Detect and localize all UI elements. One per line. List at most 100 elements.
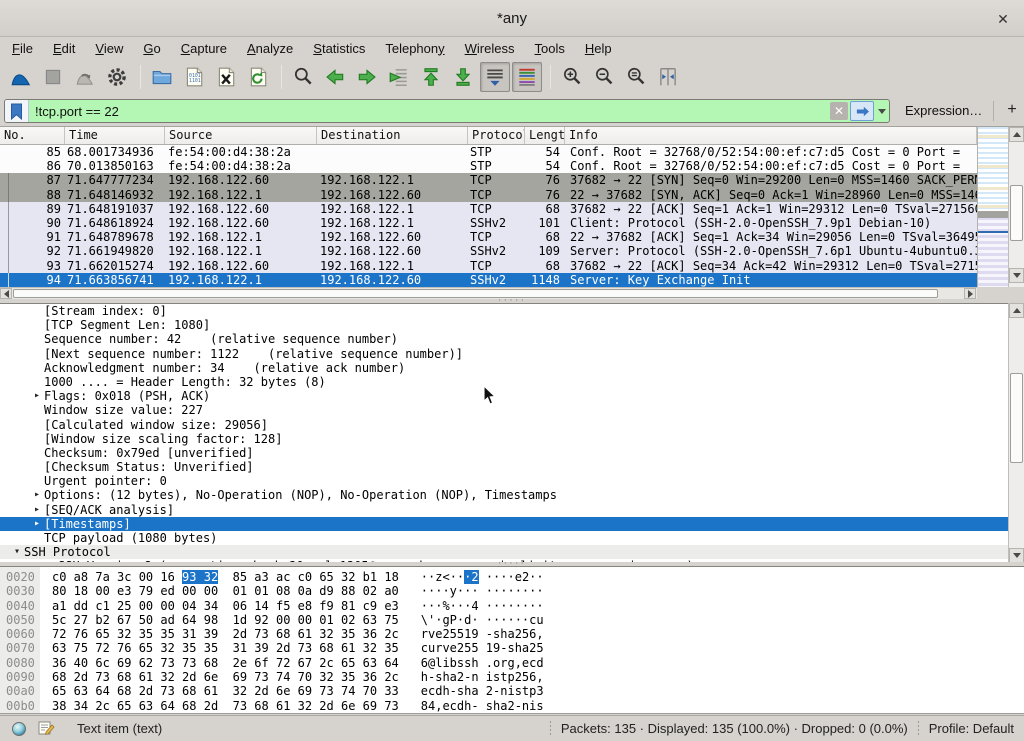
detail-line[interactable]: Urgent pointer: 0 bbox=[0, 474, 1024, 488]
capture-options-icon[interactable] bbox=[102, 62, 132, 92]
zoom-out-icon[interactable] bbox=[589, 62, 619, 92]
hex-row[interactable]: 0040 a1 dd c1 25 00 00 04 34 06 14 f5 e8… bbox=[0, 599, 1024, 613]
packet-row[interactable]: 86 70.013850163 fe:54:00:d4:38:2a STP 54… bbox=[0, 159, 977, 173]
menu-item[interactable]: Tools bbox=[525, 39, 575, 58]
column-header[interactable]: Time bbox=[65, 127, 165, 144]
go-to-top-icon[interactable] bbox=[416, 62, 446, 92]
expander-icon[interactable] bbox=[30, 403, 44, 417]
detail-line[interactable]: ▸ Options: (12 bytes), No-Operation (NOP… bbox=[0, 488, 1024, 502]
column-header[interactable]: Protocol bbox=[468, 127, 525, 144]
hex-row[interactable]: 0080 36 40 6c 69 62 73 73 68 2e 6f 72 67… bbox=[0, 656, 1024, 670]
hex-row[interactable]: 0090 68 2d 73 68 61 32 2d 6e 69 73 74 70… bbox=[0, 670, 1024, 684]
expander-icon[interactable] bbox=[30, 375, 44, 389]
menu-item[interactable]: Wireless bbox=[455, 39, 525, 58]
capture-comment-icon[interactable] bbox=[38, 719, 55, 739]
expander-icon[interactable] bbox=[30, 347, 44, 361]
column-header[interactable]: Length bbox=[525, 127, 565, 144]
scroll-down-icon[interactable] bbox=[1009, 268, 1024, 283]
packet-row[interactable]: 89 71.648191037 192.168.122.60 192.168.1… bbox=[0, 202, 977, 216]
column-header[interactable]: Source bbox=[165, 127, 317, 144]
detail-line[interactable]: [Calculated window size: 29056] bbox=[0, 418, 1024, 432]
menu-item[interactable]: Help bbox=[575, 39, 622, 58]
scroll-left-icon[interactable] bbox=[0, 288, 12, 299]
menu-item[interactable]: File bbox=[2, 39, 43, 58]
display-filter-input[interactable] bbox=[29, 100, 830, 122]
auto-scroll-toggle-icon[interactable] bbox=[480, 62, 510, 92]
close-icon[interactable]: ✕ bbox=[992, 8, 1014, 30]
packet-row[interactable]: 93 71.662015274 192.168.122.60 192.168.1… bbox=[0, 259, 977, 273]
detail-line[interactable]: [TCP Segment Len: 1080] bbox=[0, 318, 1024, 332]
detail-line[interactable]: Sequence number: 42 (relative sequence n… bbox=[0, 332, 1024, 346]
column-header[interactable]: Info bbox=[565, 127, 977, 144]
zoom-in-icon[interactable] bbox=[557, 62, 587, 92]
detail-line[interactable]: [Checksum Status: Unverified] bbox=[0, 460, 1024, 474]
hex-row[interactable]: 00b0 38 34 2c 65 63 64 68 2d 73 68 61 32… bbox=[0, 699, 1024, 713]
detail-line[interactable]: [Window size scaling factor: 128] bbox=[0, 432, 1024, 446]
add-filter-button[interactable]: + bbox=[1003, 98, 1021, 122]
filter-history-dropdown-icon[interactable] bbox=[875, 100, 889, 122]
menu-item[interactable]: Edit bbox=[43, 39, 85, 58]
scroll-right-icon[interactable] bbox=[964, 288, 976, 299]
restart-capture-icon[interactable] bbox=[70, 62, 100, 92]
hex-row[interactable]: 0070 63 75 72 76 65 32 35 35 31 39 2d 73… bbox=[0, 641, 1024, 655]
menu-item[interactable]: Go bbox=[133, 39, 170, 58]
packet-row[interactable]: 88 71.648146932 192.168.122.1 192.168.12… bbox=[0, 188, 977, 202]
scroll-down-icon[interactable] bbox=[1009, 548, 1024, 563]
stop-capture-icon[interactable] bbox=[38, 62, 68, 92]
packet-list-hscrollbar[interactable] bbox=[0, 287, 977, 299]
scrollbar-thumb[interactable] bbox=[1010, 185, 1023, 241]
expander-icon[interactable]: ▸ bbox=[30, 503, 44, 517]
detail-line[interactable]: Window size value: 227 bbox=[0, 403, 1024, 417]
hex-row[interactable]: 0020 c0 a8 7a 3c 00 16 93 32 85 a3 ac c0… bbox=[0, 570, 1024, 584]
scrollbar-thumb[interactable] bbox=[13, 289, 938, 298]
menu-item[interactable]: Telephony bbox=[375, 39, 454, 58]
scroll-up-icon[interactable] bbox=[1009, 127, 1024, 142]
go-back-icon[interactable] bbox=[320, 62, 350, 92]
menu-item[interactable]: View bbox=[85, 39, 133, 58]
filter-clear-icon[interactable]: ✕ bbox=[830, 102, 848, 120]
hex-row[interactable]: 0060 72 76 65 32 35 35 31 39 2d 73 68 61… bbox=[0, 627, 1024, 641]
detail-line[interactable]: [Next sequence number: 1122 (relative se… bbox=[0, 347, 1024, 361]
zoom-original-icon[interactable] bbox=[621, 62, 651, 92]
detail-line[interactable]: TCP payload (1080 bytes) bbox=[0, 531, 1024, 545]
detail-line[interactable]: 1000 .... = Header Length: 32 bytes (8) bbox=[0, 375, 1024, 389]
find-packet-icon[interactable] bbox=[288, 62, 318, 92]
detail-line[interactable]: ▸ [Timestamps] bbox=[0, 517, 1024, 531]
detail-line[interactable]: [Stream index: 0] bbox=[0, 304, 1024, 318]
detail-line[interactable]: Checksum: 0x79ed [unverified] bbox=[0, 446, 1024, 460]
expander-icon[interactable] bbox=[30, 460, 44, 474]
expander-icon[interactable] bbox=[30, 332, 44, 346]
expander-icon[interactable] bbox=[30, 318, 44, 332]
expander-icon[interactable] bbox=[30, 418, 44, 432]
detail-line[interactable]: ▸ [SEQ/ACK analysis] bbox=[0, 503, 1024, 517]
close-file-icon[interactable] bbox=[211, 62, 241, 92]
scrollbar-thumb[interactable] bbox=[1010, 373, 1023, 463]
detail-vscrollbar[interactable] bbox=[1008, 303, 1024, 564]
menu-item[interactable]: Capture bbox=[171, 39, 237, 58]
detail-line[interactable]: ▸ Flags: 0x018 (PSH, ACK) bbox=[0, 389, 1024, 403]
hex-row[interactable]: 0030 80 18 00 e3 79 ed 00 00 01 01 08 0a… bbox=[0, 584, 1024, 598]
reload-file-icon[interactable] bbox=[243, 62, 273, 92]
menu-item[interactable]: Analyze bbox=[237, 39, 303, 58]
packet-row[interactable]: 92 71.661949820 192.168.122.1 192.168.12… bbox=[0, 244, 977, 258]
packet-row[interactable]: 91 71.648789678 192.168.122.1 192.168.12… bbox=[0, 230, 977, 244]
profile-indicator[interactable]: Profile: Default bbox=[929, 721, 1014, 736]
filter-apply-icon[interactable] bbox=[850, 101, 874, 121]
expander-icon[interactable] bbox=[30, 531, 44, 545]
intelligent-scrollbar-minimap[interactable] bbox=[977, 127, 1008, 299]
start-capture-icon[interactable] bbox=[6, 62, 36, 92]
go-forward-icon[interactable] bbox=[352, 62, 382, 92]
resize-columns-icon[interactable] bbox=[653, 62, 683, 92]
expander-icon[interactable] bbox=[30, 304, 44, 318]
scroll-up-icon[interactable] bbox=[1009, 303, 1024, 318]
filter-bookmark-icon[interactable] bbox=[5, 100, 29, 122]
open-file-icon[interactable] bbox=[147, 62, 177, 92]
expander-icon[interactable] bbox=[30, 474, 44, 488]
go-to-bottom-icon[interactable] bbox=[448, 62, 478, 92]
expander-icon[interactable]: ▸ bbox=[30, 389, 44, 403]
column-header[interactable]: No. bbox=[0, 127, 65, 144]
packet-row[interactable]: 94 71.663856741 192.168.122.1 192.168.12… bbox=[0, 273, 977, 287]
expander-icon[interactable] bbox=[30, 446, 44, 460]
expander-icon[interactable]: ▾ bbox=[10, 545, 24, 559]
packet-row[interactable]: 85 68.001734936 fe:54:00:d4:38:2a STP 54… bbox=[0, 145, 977, 159]
